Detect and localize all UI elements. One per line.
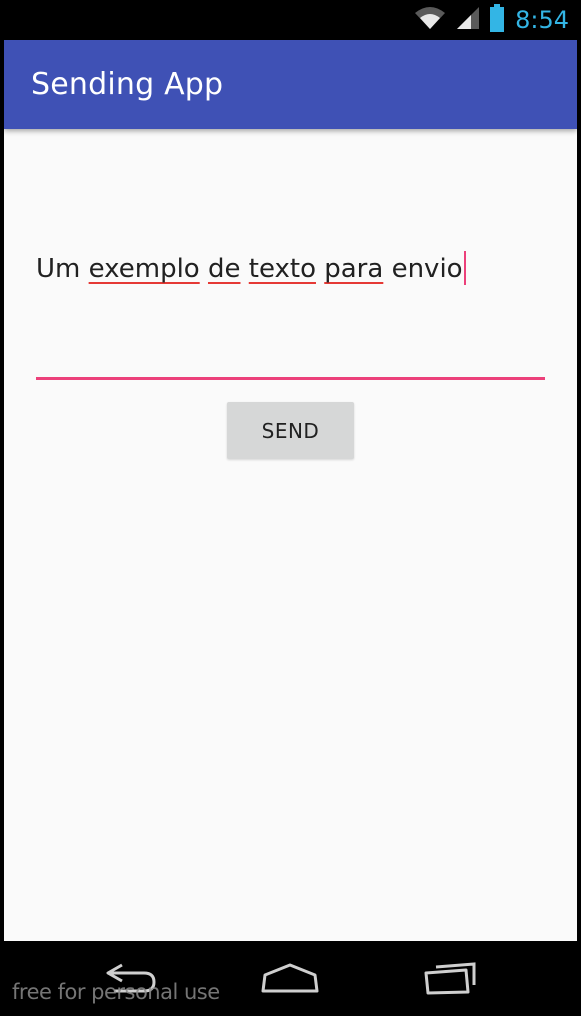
wifi-icon <box>413 5 447 36</box>
status-bar: 8:54 <box>0 0 581 40</box>
word: Um <box>36 254 81 284</box>
app-frame: Sending App Um exemplo de texto para env… <box>4 40 577 941</box>
signal-icon <box>455 5 481 36</box>
recents-icon <box>422 961 480 1000</box>
nav-bar <box>0 941 581 1016</box>
misspelled-word[interactable]: exemplo <box>89 254 200 284</box>
message-text[interactable]: Um exemplo de texto para envio <box>36 245 466 293</box>
watermark: free for personal use <box>12 980 220 1004</box>
text-cursor <box>463 251 466 285</box>
app-title: Sending App <box>31 67 224 102</box>
send-button[interactable]: SEND <box>227 402 354 459</box>
home-icon <box>260 961 320 1000</box>
home-button[interactable] <box>245 955 335 1005</box>
input-underline <box>36 377 545 380</box>
status-time: 8:54 <box>515 6 569 34</box>
app-bar: Sending App <box>4 40 577 129</box>
message-input[interactable]: Um exemplo de texto para envio <box>36 245 545 381</box>
word: envio <box>391 254 463 284</box>
misspelled-word[interactable]: de <box>208 254 241 284</box>
misspelled-word[interactable]: para <box>324 254 383 284</box>
status-icons: 8:54 <box>413 0 569 40</box>
misspelled-word[interactable]: texto <box>249 254 316 284</box>
battery-icon <box>489 3 505 37</box>
recents-button[interactable] <box>406 955 496 1005</box>
